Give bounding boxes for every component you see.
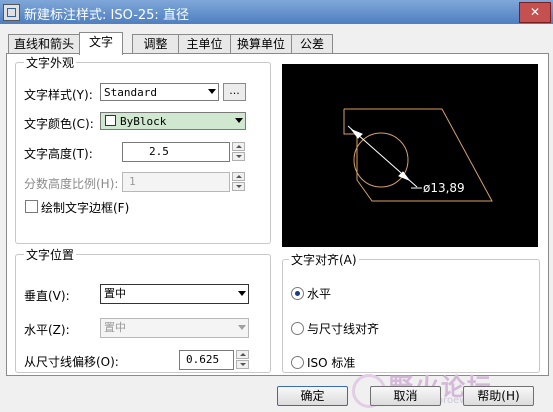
preview-circle <box>353 132 409 188</box>
spin-up-icon[interactable] <box>232 142 245 151</box>
group-title: 文字外观 <box>24 54 77 71</box>
chevron-down-icon <box>235 118 243 123</box>
chevron-down-icon <box>238 291 246 296</box>
align-iso-label: ISO 标准 <box>307 356 356 370</box>
draw-frame-checkbox[interactable] <box>25 200 38 213</box>
vertical-label: 垂直(V): <box>24 289 70 303</box>
tab-text[interactable]: 文字 <box>79 32 123 55</box>
offset-stepper[interactable] <box>236 350 249 370</box>
offset-input[interactable]: 0.625 <box>179 350 234 370</box>
spin-down-icon[interactable] <box>232 152 245 161</box>
chevron-down-icon <box>208 89 216 94</box>
tab-alternate-units[interactable]: 换算单位 <box>230 34 292 54</box>
ok-button[interactable]: 确定 <box>277 386 348 406</box>
text-style-browse-button[interactable]: ... <box>223 83 246 101</box>
align-iso-radio[interactable] <box>291 356 304 369</box>
preview-dimension-text: ø13,89 <box>423 181 465 195</box>
chevron-down-icon <box>238 325 246 330</box>
spin-up-icon[interactable] <box>232 172 245 181</box>
tab-lines-arrows[interactable]: 直线和箭头 <box>8 34 80 54</box>
fraction-height-input[interactable]: 1 <box>122 172 230 192</box>
help-button[interactable]: 帮助(H) <box>463 386 534 406</box>
align-with-dimline-label: 与尺寸线对齐 <box>307 322 380 336</box>
group-title: 文字位置 <box>24 246 77 263</box>
spin-up-icon[interactable] <box>236 350 249 359</box>
tab-fit[interactable]: 调整 <box>132 34 179 54</box>
spin-down-icon[interactable] <box>232 182 245 191</box>
text-style-select[interactable]: Standard <box>100 83 219 101</box>
text-height-label: 文字高度(T): <box>24 147 93 161</box>
window-title: 新建标注样式: ISO-25: 直径 <box>24 8 189 23</box>
align-horizontal-radio[interactable] <box>291 287 304 300</box>
offset-label: 从尺寸线偏移(O): <box>24 355 119 369</box>
preview-outline <box>343 108 493 202</box>
title-bar: 新建标注样式: ISO-25: 直径 ✕ <box>0 0 553 24</box>
dimension-preview: ø13,89 <box>282 64 538 247</box>
text-color-select[interactable]: ByBlock <box>100 112 246 130</box>
tab-tolerances[interactable]: 公差 <box>291 34 333 54</box>
text-height-input[interactable]: 2.5 <box>122 142 230 162</box>
horizontal-select[interactable]: 置中 <box>100 318 249 338</box>
text-placement-group: 文字位置 垂直(V): 置中 水平(Z): 置中 从尺寸线偏移(O): 0.62… <box>15 246 271 373</box>
fraction-height-label: 分数高度比例(H): <box>24 177 119 191</box>
fraction-height-stepper[interactable] <box>232 172 245 192</box>
dialog-body: 直线和箭头 文字 调整 主单位 换算单位 公差 文字外观 文字样式(Y): St… <box>0 24 553 412</box>
horizontal-value: 置中 <box>104 321 126 334</box>
close-button[interactable]: ✕ <box>519 2 551 23</box>
align-with-dimline-radio[interactable] <box>291 322 304 335</box>
cancel-button[interactable]: 取消 <box>370 386 441 406</box>
tab-primary-units[interactable]: 主单位 <box>178 34 231 54</box>
spin-down-icon[interactable] <box>236 360 249 369</box>
group-title: 文字对齐(A) <box>289 251 359 268</box>
text-height-stepper[interactable] <box>232 142 245 162</box>
text-color-value: ByBlock <box>120 115 167 128</box>
text-appearance-group: 文字外观 文字样式(Y): Standard ... 文字颜色(C): ByBl… <box>15 54 271 244</box>
text-style-value: Standard <box>104 86 157 99</box>
draw-frame-label: 绘制文字边框(F) <box>41 201 130 215</box>
text-color-label: 文字颜色(C): <box>24 117 94 131</box>
align-horizontal-label: 水平 <box>307 287 332 301</box>
vertical-value: 置中 <box>104 287 126 300</box>
text-tab-panel: 文字外观 文字样式(Y): Standard ... 文字颜色(C): ByBl… <box>6 53 549 376</box>
preview-drawing: ø13,89 <box>343 108 493 202</box>
text-style-label: 文字样式(Y): <box>24 88 93 102</box>
text-alignment-group: 文字对齐(A) 水平 与尺寸线对齐 ISO 标准 <box>282 251 540 373</box>
app-icon <box>3 4 20 21</box>
horizontal-label: 水平(Z): <box>24 323 70 337</box>
vertical-select[interactable]: 置中 <box>100 284 249 304</box>
color-swatch-icon <box>105 115 116 126</box>
